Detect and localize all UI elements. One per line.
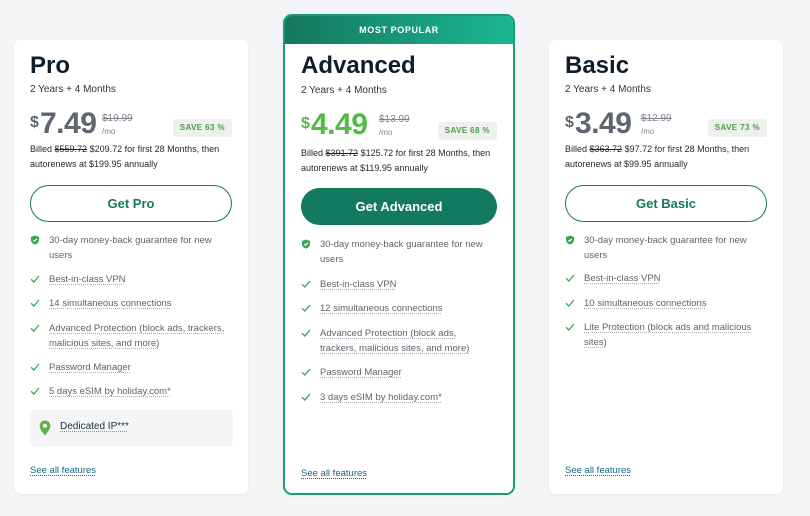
check-icon xyxy=(301,280,311,288)
currency-symbol: $ xyxy=(30,114,39,131)
plan-card-pro: Pro 2 Years + 4 Months $ 7.49 $19.99 /mo… xyxy=(14,40,248,494)
billed-prefix: Billed xyxy=(565,144,588,154)
most-popular-badge: MOST POPULAR xyxy=(285,16,513,44)
monthly-price: 4.49 xyxy=(311,108,368,141)
check-icon xyxy=(30,387,40,395)
check-icon xyxy=(565,274,575,282)
original-price: $13.99 xyxy=(379,114,410,125)
feature-guarantee: 30-day money-back guarantee for new user… xyxy=(30,233,235,263)
billed-new-price: $209.72 for first 28 Months, then xyxy=(89,144,220,154)
feature-esim: 5 days eSIM by holiday.com* xyxy=(30,384,235,399)
per-month-label: /mo xyxy=(641,127,655,136)
shield-check-icon xyxy=(566,235,574,245)
get-basic-button[interactable]: Get Basic xyxy=(565,185,767,222)
plan-name: Pro xyxy=(30,52,71,79)
original-price: $19.99 xyxy=(102,113,133,124)
price-row: $ 4.49 $13.99 /mo xyxy=(301,108,421,145)
feature-vpn: Best-in-class VPN xyxy=(565,271,770,286)
feature-protection: Advanced Protection (block ads, trackers… xyxy=(301,326,481,356)
billed-renewal: autorenews at $199.95 annually xyxy=(30,159,158,169)
dedicated-ip-addon: Dedicated IP*** xyxy=(30,409,233,447)
check-icon xyxy=(301,368,311,376)
billing-details: Billed $363.72 $97.72 for first 28 Month… xyxy=(565,142,775,172)
billed-prefix: Billed xyxy=(301,148,324,158)
see-all-features-link[interactable]: See all features xyxy=(565,465,631,476)
feature-connections: 14 simultaneous connections xyxy=(30,296,235,311)
see-all-features-link[interactable]: See all features xyxy=(30,465,96,476)
feature-connections: 12 simultaneous connections xyxy=(301,301,506,316)
original-price: $12.99 xyxy=(641,113,672,124)
feature-password-manager: Password Manager xyxy=(301,365,506,380)
feature-guarantee: 30-day money-back guarantee for new user… xyxy=(301,237,506,267)
billed-renewal: autorenews at $99.95 annually xyxy=(565,159,688,169)
check-icon xyxy=(30,324,40,332)
plan-card-basic: Basic 2 Years + 4 Months $ 3.49 $12.99 /… xyxy=(549,40,783,494)
price-row: $ 7.49 $19.99 /mo xyxy=(30,107,150,144)
check-icon xyxy=(301,329,311,337)
shield-check-icon xyxy=(302,239,310,249)
currency-symbol: $ xyxy=(565,114,574,131)
feature-guarantee: 30-day money-back guarantee for new user… xyxy=(565,233,770,263)
check-icon xyxy=(30,363,40,371)
monthly-price: 7.49 xyxy=(40,107,97,140)
get-pro-button[interactable]: Get Pro xyxy=(30,185,232,222)
monthly-price: 3.49 xyxy=(575,107,632,140)
billing-details: Billed $391.72 $125.72 for first 28 Mont… xyxy=(301,146,511,176)
check-icon xyxy=(301,304,311,312)
plan-name: Advanced xyxy=(301,52,416,79)
billed-old-price: $559.72 xyxy=(54,144,88,154)
check-icon xyxy=(565,323,575,331)
per-month-label: /mo xyxy=(379,128,393,137)
currency-symbol: $ xyxy=(301,115,310,132)
per-month-label: /mo xyxy=(102,127,116,136)
check-icon xyxy=(30,299,40,307)
check-icon xyxy=(301,393,311,401)
shield-check-icon xyxy=(31,235,39,245)
feature-vpn: Best-in-class VPN xyxy=(301,277,506,292)
feature-protection: Lite Protection (block ads and malicious… xyxy=(565,320,770,350)
save-badge: SAVE 68 % xyxy=(437,122,497,140)
price-row: $ 3.49 $12.99 /mo xyxy=(565,107,685,144)
billed-prefix: Billed xyxy=(30,144,53,154)
see-all-features-link[interactable]: See all features xyxy=(301,468,367,479)
billed-renewal: autorenews at $119.95 annually xyxy=(301,163,428,173)
plan-name: Basic xyxy=(565,52,630,79)
feature-vpn: Best-in-class VPN xyxy=(30,272,235,287)
check-icon xyxy=(565,299,575,307)
billed-new-price: $125.72 for first 28 Months, then xyxy=(360,148,491,158)
plan-card-advanced: MOST POPULAR Advanced 2 Years + 4 Months… xyxy=(283,14,515,495)
get-advanced-button[interactable]: Get Advanced xyxy=(301,188,497,225)
save-badge: SAVE 63 % xyxy=(172,119,232,137)
feature-password-manager: Password Manager xyxy=(30,360,235,375)
feature-protection: Advanced Protection (block ads, trackers… xyxy=(30,321,235,351)
save-badge: SAVE 73 % xyxy=(707,119,767,137)
billed-old-price: $391.72 xyxy=(325,148,359,158)
billed-new-price: $97.72 for first 28 Months, then xyxy=(624,144,750,154)
billing-details: Billed $559.72 $209.72 for first 28 Mont… xyxy=(30,142,240,172)
feature-connections: 10 simultaneous connections xyxy=(565,296,770,311)
feature-esim: 3 days eSIM by holiday.com* xyxy=(301,390,506,405)
location-pin-icon xyxy=(39,420,51,436)
dedicated-ip-label: Dedicated IP*** xyxy=(60,421,129,432)
check-icon xyxy=(30,275,40,283)
plan-term: 2 Years + 4 Months xyxy=(565,84,651,95)
plan-term: 2 Years + 4 Months xyxy=(30,84,116,95)
billed-old-price: $363.72 xyxy=(589,144,623,154)
plan-term: 2 Years + 4 Months xyxy=(301,85,387,96)
plan-card-body: Advanced 2 Years + 4 Months $ 4.49 $13.9… xyxy=(285,44,513,493)
